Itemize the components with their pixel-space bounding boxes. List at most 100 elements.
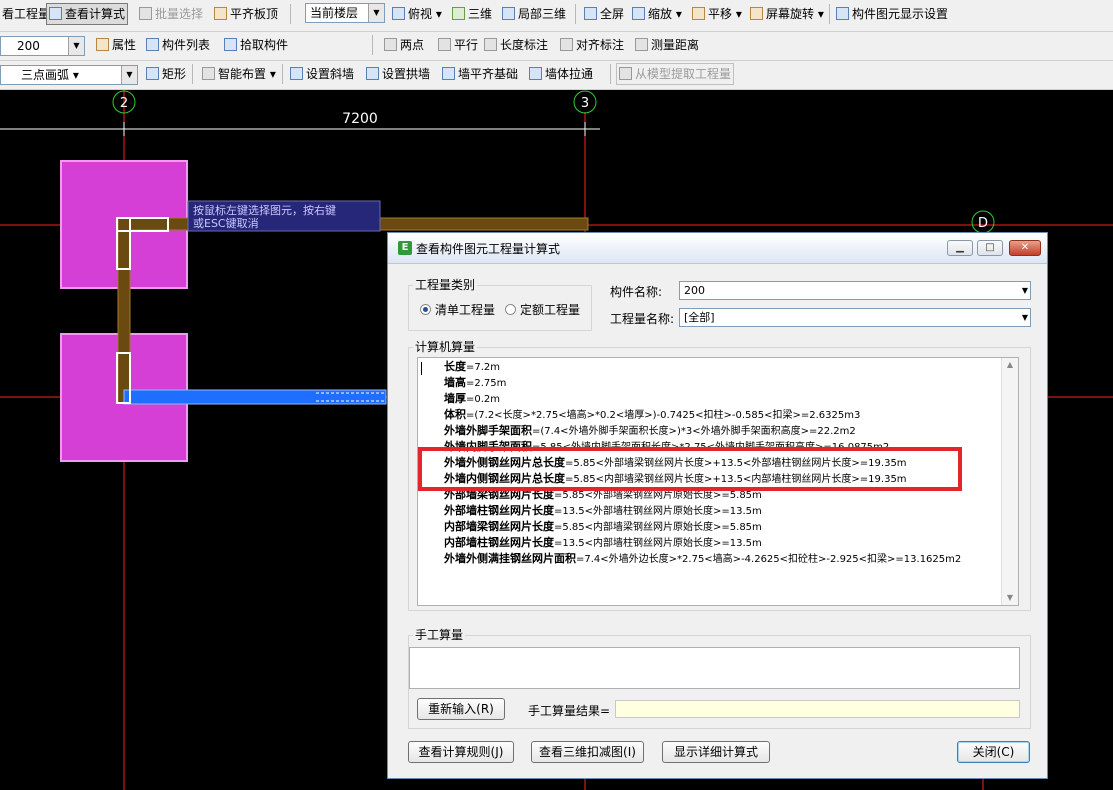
align-dim-button[interactable]: 对齐标注 <box>558 34 626 56</box>
calc-line: 外墙外脚手架面积=(7.4<外墙外脚手架面积长度>)*3<外墙外脚手架面积高度>… <box>444 423 856 440</box>
extract-from-model-button[interactable]: 从模型提取工程量 <box>616 63 735 85</box>
calc-line-name: 外部墙柱钢丝网片长度 <box>444 504 554 517</box>
three-d-button[interactable]: 三维 <box>450 3 494 25</box>
close-button[interactable]: 关闭(C) <box>957 741 1030 763</box>
calc-line-name: 墙高 <box>444 376 466 389</box>
manual-calc-label: 手工算量 <box>413 626 466 643</box>
full-screen-button[interactable]: 全屏 <box>582 3 626 25</box>
smart-layout-button[interactable]: 智能布置 ▾ <box>200 63 278 85</box>
rectangle-icon <box>146 67 159 80</box>
maximize-button[interactable]: □ <box>977 240 1003 256</box>
calc-line-formula: =(7.4<外墙外脚手架面积长度>)*3<外墙外脚手架面积高度>=22.2m2 <box>532 426 856 437</box>
calc-line-formula: =13.5<外部墙柱钢丝网片原始长度>=13.5m <box>554 506 762 517</box>
wall-stretch-icon <box>529 67 542 80</box>
show-detail-button[interactable]: 显示详细计算式 <box>662 741 770 763</box>
magnifier-icon <box>632 7 645 20</box>
slope-wall-icon <box>290 67 303 80</box>
zoom-button[interactable]: 缩放 ▾ <box>630 3 684 25</box>
calc-line: 内部墙柱钢丝网片长度=13.5<内部墙柱钢丝网片原始长度>=13.5m <box>444 535 762 552</box>
wall-vertical-left[interactable] <box>117 217 131 404</box>
floor-select[interactable]: 当前楼层 ▼ <box>305 3 385 23</box>
manual-result-field <box>615 700 1020 718</box>
calc-line: 外墙内脚手架面积=5.85<外墙内脚手架面积长度>*2.75<外墙内脚手架面积高… <box>444 439 889 456</box>
view-formula-button[interactable]: 查看计算式 <box>46 3 129 25</box>
radio-checked-icon <box>420 304 431 315</box>
calc-line-formula: =5.85<外部墙梁钢丝网片长度>+13.5<外部墙柱钢丝网片长度>=19.35… <box>565 458 907 469</box>
two-points-icon <box>384 38 397 51</box>
parallel-button[interactable]: 平行 <box>436 34 480 56</box>
calc-line: 外墙内侧钢丝网片总长度=5.85<内部墙梁钢丝网片长度>+13.5<内部墙柱钢丝… <box>444 471 907 488</box>
batch-select-button[interactable]: 批量选择 <box>137 3 205 25</box>
minimize-button[interactable]: ▁ <box>947 240 973 256</box>
close-window-button[interactable]: ✕ <box>1009 240 1041 256</box>
measure-distance-button[interactable]: 测量距离 <box>633 34 701 56</box>
wall-stretch-button[interactable]: 墙体拉通 <box>527 63 595 85</box>
eyedropper-icon <box>224 38 237 51</box>
maximize-icon: □ <box>985 242 995 253</box>
dialog-title-bar[interactable]: E 查看构件图元工程量计算式 ▁ □ ✕ <box>388 233 1047 264</box>
axis-label-2: 2 <box>120 96 128 111</box>
selected-wall[interactable] <box>123 389 387 405</box>
arc-mode-select[interactable]: 三点画弧 ▾ ▼ <box>0 65 138 85</box>
rectangle-button[interactable]: 矩形 <box>144 63 188 85</box>
set-arch-wall-button[interactable]: 设置拱墙 <box>364 63 432 85</box>
calc-text-area[interactable]: 长度=7.2m 墙高=2.75m 墙厚=0.2m 体积=(7.2<长度>*2.75<墙… <box>417 357 1019 606</box>
calc-line-formula: =13.5<内部墙柱钢丝网片原始长度>=13.5m <box>554 538 762 549</box>
view-3d-deduct-button[interactable]: 查看三维扣减图(I) <box>531 741 644 763</box>
toolbar-separator <box>192 64 193 84</box>
calc-line-name: 外墙外脚手架面积 <box>444 424 532 437</box>
arch-wall-icon <box>366 67 379 80</box>
screen-rotate-button[interactable]: 屏幕旋转 ▾ <box>748 3 826 25</box>
qty-name-select[interactable]: [全部] ▼ <box>679 308 1031 327</box>
rotate-icon <box>750 7 763 20</box>
calc-line-name: 外墙外侧满挂钢丝网片面积 <box>444 552 576 565</box>
tooltip-line-1: 按鼠标左键选择图元，按右键 <box>193 203 336 217</box>
chevron-down-icon: ▼ <box>368 4 384 22</box>
calc-line: 内部墙梁钢丝网片长度=5.85<内部墙梁钢丝网片原始长度>=5.85m <box>444 519 762 536</box>
component-list-button[interactable]: 构件列表 <box>144 34 212 56</box>
manual-result-label: 手工算量结果= <box>528 704 611 718</box>
calc-line-formula: =7.4<外墙外边长度>*2.75<墙高>-4.2625<扣砼柱>-2.925<… <box>576 554 962 565</box>
toolbar-row-3: 三点画弧 ▾ ▼ 矩形 智能布置 ▾ 设置斜墙 设置拱墙 墙平齐基础 墙体拉通 从… <box>0 61 1113 90</box>
component-name-label: 构件名称: <box>610 285 663 299</box>
properties-button[interactable]: 属性 <box>94 34 138 56</box>
calc-line-formula: =5.85<内部墙梁钢丝网片长度>+13.5<内部墙柱钢丝网片长度>=19.35… <box>565 474 907 485</box>
component-name-select[interactable]: 200 ▼ <box>679 281 1031 300</box>
view-rules-button[interactable]: 查看计算规则(J) <box>408 741 514 763</box>
scroll-up-icon[interactable]: ▲ <box>1002 358 1018 372</box>
formula-dialog: E 查看构件图元工程量计算式 ▁ □ ✕ 工程量类别 清单工程量 定额工程量 构… <box>387 232 1048 779</box>
calc-line-name: 墙厚 <box>444 392 466 405</box>
length-dim-icon <box>484 38 497 51</box>
length-dim-button[interactable]: 长度标注 <box>482 34 550 56</box>
set-slope-wall-button[interactable]: 设置斜墙 <box>288 63 356 85</box>
calc-line-formula: =2.75m <box>466 378 507 389</box>
manual-calc-input[interactable] <box>409 647 1020 689</box>
display-settings-icon <box>836 7 849 20</box>
project-qty-button[interactable]: 看工程量 <box>0 3 52 25</box>
top-view-button[interactable]: 俯视 ▾ <box>390 3 444 25</box>
element-display-settings-button[interactable]: 构件图元显示设置 <box>834 3 950 25</box>
dialog-title: 查看构件图元工程量计算式 <box>416 242 561 256</box>
local-3d-button[interactable]: 局部三维 <box>500 3 568 25</box>
radio-list-qty[interactable]: 清单工程量 <box>420 301 495 318</box>
flush-foundation-icon <box>442 67 455 80</box>
cube-icon <box>392 7 405 20</box>
calc-line: 长度=7.2m <box>444 359 500 376</box>
calc-line-formula: =0.2m <box>466 394 501 405</box>
flush-slab-icon <box>214 7 227 20</box>
align-dim-icon <box>560 38 573 51</box>
radio-quota-qty[interactable]: 定额工程量 <box>505 301 580 318</box>
calc-line-name: 体积 <box>444 408 466 421</box>
wall-flush-foundation-button[interactable]: 墙平齐基础 <box>440 63 520 85</box>
pan-button[interactable]: 平移 ▾ <box>690 3 744 25</box>
pick-component-button[interactable]: 拾取构件 <box>222 34 290 56</box>
scroll-down-icon[interactable]: ▼ <box>1002 591 1018 605</box>
size-select[interactable]: 200 ▼ <box>0 36 85 56</box>
flush-slab-top-button[interactable]: 平齐板顶 <box>212 3 280 25</box>
vertical-scrollbar[interactable]: ▲ ▼ <box>1001 358 1018 605</box>
reenter-button[interactable]: 重新输入(R) <box>417 698 505 720</box>
chevron-down-icon: ▼ <box>1021 313 1028 322</box>
two-points-button[interactable]: 两点 <box>382 34 426 56</box>
toolbar-separator <box>290 4 291 24</box>
calc-line-name: 长度 <box>444 360 466 373</box>
